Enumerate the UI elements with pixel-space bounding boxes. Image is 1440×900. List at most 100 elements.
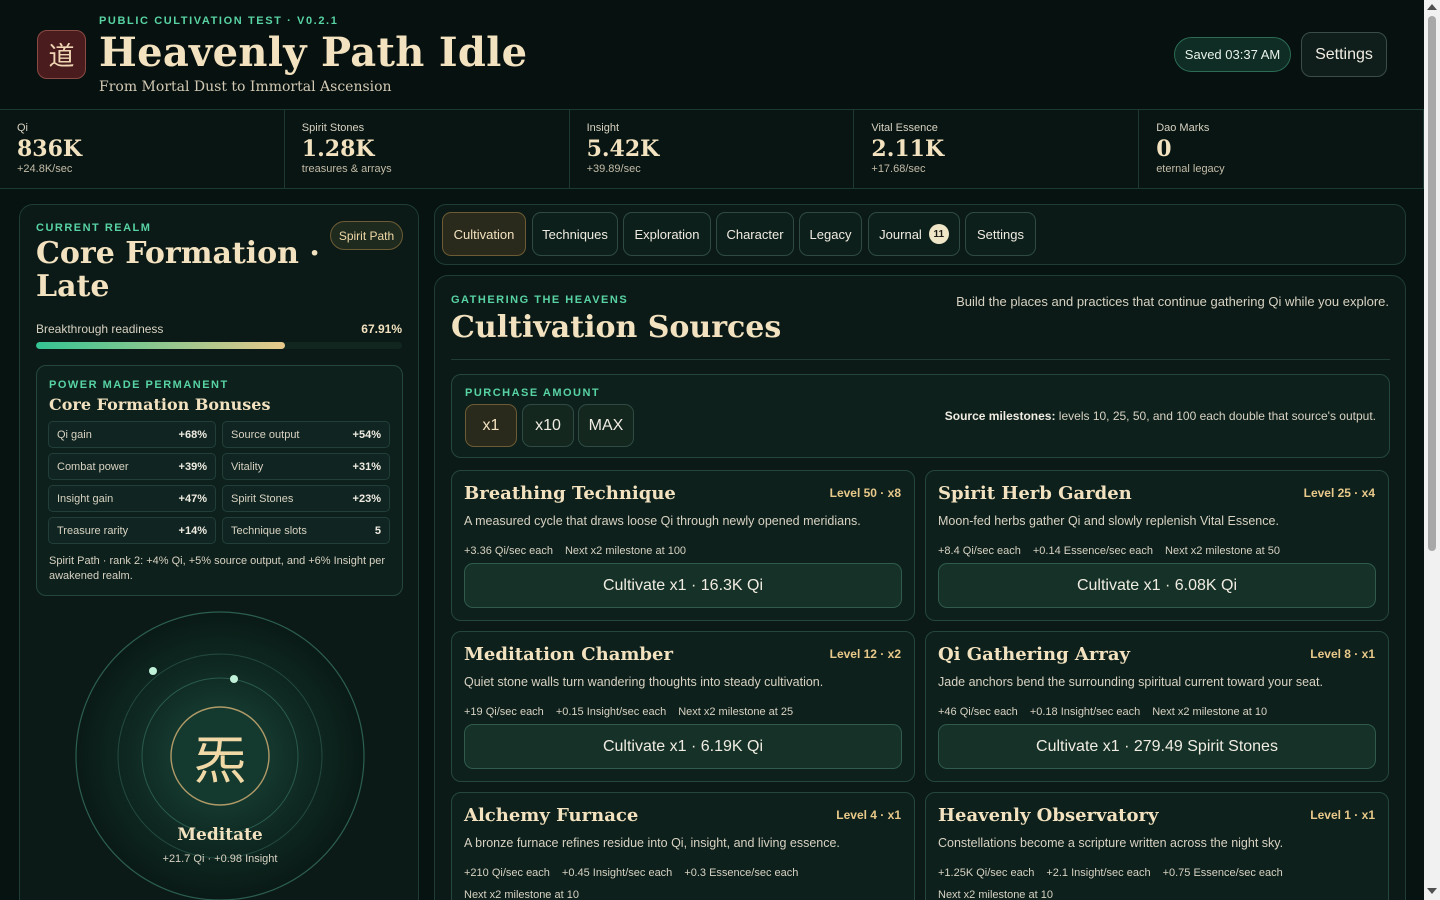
section-description: Build the places and practices that cont… xyxy=(956,294,1389,309)
resource-rate: +24.8K/sec xyxy=(17,163,73,175)
orbiting-spark xyxy=(230,675,238,683)
resource-label: Dao Marks xyxy=(1156,122,1210,134)
source-stat: Next x2 milestone at 50 xyxy=(1165,545,1280,557)
source-stat: +0.14 Essence/sec each xyxy=(1032,545,1154,557)
tab-journal-label: Journal xyxy=(879,226,922,242)
source-stat: +0.18 Insight/sec each xyxy=(1029,706,1141,718)
source-stats: +1.25K Qi/sec each +2.1 Insight/sec each +… xyxy=(938,862,1376,900)
resource-vital-essence: Vital Essence 2.11K +17.68/sec xyxy=(854,110,1140,188)
bonus-label: Treasure rarity xyxy=(57,524,129,537)
milestone-note-bold: Source milestones: xyxy=(944,409,1056,423)
resource-bar: Qi 836K +24.8K/sec Spirit Stones 1.28K t… xyxy=(0,110,1424,189)
settings-button[interactable]: Settings xyxy=(1301,32,1387,77)
source-title: Heavenly Observatory xyxy=(938,805,1159,826)
source-stat: Next x2 milestone at 10 xyxy=(938,889,1053,900)
source-level: Level 8 · x1 xyxy=(1310,647,1375,661)
cultivate-button[interactable]: Cultivate x1 · 16.3K Qi xyxy=(464,563,902,608)
source-description: Quiet stone walls turn wandering thought… xyxy=(464,675,824,689)
path-badge: Spirit Path xyxy=(330,221,403,250)
main-tabs: Cultivation Techniques Exploration Chara… xyxy=(434,204,1406,265)
bonus-label: Qi gain xyxy=(57,428,92,441)
resource-label: Spirit Stones xyxy=(301,122,365,134)
bonus-value: +68% xyxy=(178,428,207,441)
source-stat: +3.36 Qi/sec each xyxy=(464,545,553,557)
source-level: Level 4 · x1 xyxy=(836,808,901,822)
bonus-item: Technique slots 5 xyxy=(222,517,390,544)
resource-rate: treasures & arrays xyxy=(301,163,392,175)
source-level: Level 25 · x4 xyxy=(1303,486,1375,500)
tab-techniques[interactable]: Techniques xyxy=(532,212,618,256)
source-stat: +1.25K Qi/sec each xyxy=(938,867,1035,879)
source-stat: +0.45 Insight/sec each xyxy=(561,867,673,879)
source-description: Jade anchors bend the surrounding spirit… xyxy=(938,675,1323,689)
milestone-note: Source milestones: levels 10, 25, 50, an… xyxy=(945,409,1376,423)
source-title: Breathing Technique xyxy=(464,483,676,504)
cultivate-button[interactable]: Cultivate x1 · 279.49 Spirit Stones xyxy=(938,724,1376,769)
tab-settings[interactable]: Settings xyxy=(965,212,1036,256)
bonuses-title: Core Formation Bonuses xyxy=(49,395,271,414)
amount-x10-button[interactable]: x10 xyxy=(522,404,574,447)
resource-insight: Insight 5.42K +39.89/sec xyxy=(570,110,855,188)
tab-legacy[interactable]: Legacy xyxy=(799,212,862,256)
breakthrough-progress-bar xyxy=(36,342,402,349)
source-stat: +0.15 Insight/sec each xyxy=(555,706,667,718)
app-header: 道 PUBLIC CULTIVATION TEST · V0.2.1 Heave… xyxy=(0,0,1424,110)
source-card-qi-gathering-array: Qi Gathering Array Level 8 · x1 Jade anc… xyxy=(925,631,1389,782)
source-stat: +19 Qi/sec each xyxy=(464,706,544,718)
source-stat: Next x2 milestone at 10 xyxy=(1152,706,1268,718)
tab-journal[interactable]: Journal 11 xyxy=(868,212,960,256)
tab-cultivation[interactable]: Cultivation xyxy=(442,212,526,256)
source-description: Constellations become a scripture writte… xyxy=(938,836,1284,850)
bonus-item: Qi gain +68% xyxy=(48,421,216,448)
bonuses-eyebrow: POWER MADE PERMANENT xyxy=(49,379,229,391)
source-title: Alchemy Furnace xyxy=(464,805,639,826)
source-title: Qi Gathering Array xyxy=(938,644,1130,665)
source-description: A bronze furnace refines residue into Qi… xyxy=(464,836,840,850)
bonuses-box: POWER MADE PERMANENT Core Formation Bonu… xyxy=(36,365,403,596)
source-stat: Next x2 milestone at 10 xyxy=(464,889,579,900)
divider xyxy=(451,359,1390,360)
realm-title: Core Formation · Late xyxy=(36,236,320,304)
realm-eyebrow: CURRENT REALM xyxy=(36,222,152,234)
source-level: Level 1 · x1 xyxy=(1310,808,1375,822)
orbiting-spark xyxy=(149,667,157,675)
section-eyebrow: GATHERING THE HEAVENS xyxy=(451,294,629,306)
amount-x1-button[interactable]: x1 xyxy=(465,404,517,447)
source-card-meditation-chamber: Meditation Chamber Level 12 · x2 Quiet s… xyxy=(451,631,915,782)
source-stat: +0.75 Essence/sec each xyxy=(1162,867,1283,879)
bonus-item: Insight gain +47% xyxy=(48,485,216,512)
scroll-thumb[interactable] xyxy=(1428,16,1436,551)
bonus-value: +39% xyxy=(178,460,207,473)
bonus-item: Vitality +31% xyxy=(222,453,390,480)
bonus-item: Spirit Stones +23% xyxy=(222,485,390,512)
source-stats: +210 Qi/sec each +0.45 Insight/sec each +0… xyxy=(464,862,902,900)
bonus-value: +14% xyxy=(178,524,207,537)
source-description: A measured cycle that draws loose Qi thr… xyxy=(464,514,861,528)
bonus-item: Combat power +39% xyxy=(48,453,216,480)
cultivate-button[interactable]: Cultivate x1 · 6.08K Qi xyxy=(938,563,1376,608)
cultivate-button[interactable]: Cultivate x1 · 6.19K Qi xyxy=(464,724,902,769)
source-stats: +3.36 Qi/sec each Next x2 milestone at 10… xyxy=(464,540,902,562)
bonus-item: Source output +54% xyxy=(222,421,390,448)
bonus-label: Vitality xyxy=(231,460,264,473)
path-bonus-note: Spirit Path · rank 2: +4% Qi, +5% source… xyxy=(49,555,385,582)
purchase-amount-box: PURCHASE AMOUNT x1 x10 MAX Source milest… xyxy=(451,374,1390,458)
bonus-label: Technique slots xyxy=(231,524,307,537)
scroll-down-arrow-icon[interactable] xyxy=(1427,888,1437,894)
source-stat: +2.1 Insight/sec each xyxy=(1046,867,1151,879)
amount-max-button[interactable]: MAX xyxy=(578,404,634,447)
resource-value: 5.42K xyxy=(586,136,660,162)
meditate-label: Meditate xyxy=(177,825,263,845)
meditate-gain: +21.7 Qi · +0.98 Insight xyxy=(162,853,278,865)
source-stat: +0.3 Essence/sec each xyxy=(684,867,799,879)
tab-exploration[interactable]: Exploration xyxy=(623,212,711,256)
source-description: Moon-fed herbs gather Qi and slowly repl… xyxy=(938,514,1279,528)
scroll-up-arrow-icon[interactable] xyxy=(1427,4,1437,10)
section-title: Cultivation Sources xyxy=(451,310,782,345)
resource-label: Qi xyxy=(17,122,28,134)
bonus-label: Insight gain xyxy=(57,492,114,505)
bonus-label: Combat power xyxy=(57,460,129,473)
source-card-alchemy-furnace: Alchemy Furnace Level 4 · x1 A bronze fu… xyxy=(451,792,915,900)
page-scrollbar[interactable] xyxy=(1424,0,1440,900)
tab-character[interactable]: Character xyxy=(716,212,794,256)
